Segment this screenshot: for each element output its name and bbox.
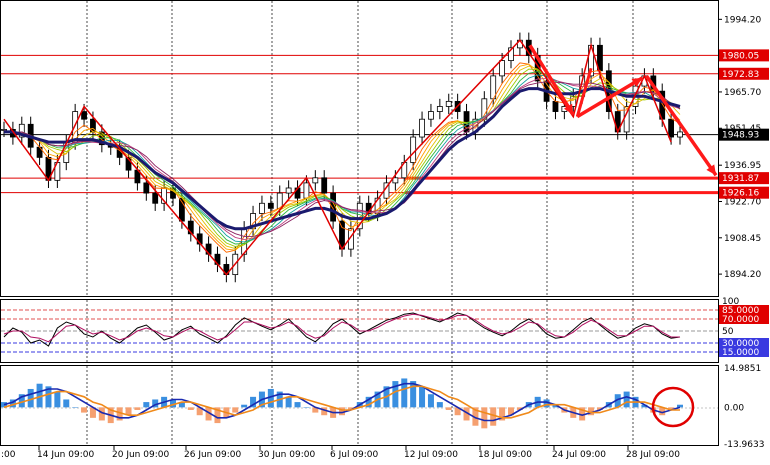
time-tick-label: 26 Jun 09:00 bbox=[184, 450, 241, 460]
macd-histogram-bar bbox=[427, 394, 434, 408]
time-tick-label: 28 Jul 09:00 bbox=[626, 450, 680, 460]
level-tag: 1931.87 bbox=[719, 172, 769, 185]
macd-histogram-bar bbox=[81, 407, 88, 413]
price-tick-label: 1908.45 bbox=[724, 234, 761, 244]
level-tag: 1980.05 bbox=[719, 49, 769, 62]
candle-body bbox=[152, 192, 159, 204]
price-panel[interactable] bbox=[0, 0, 719, 297]
time-axis: :00 14 Jun 09:00 20 Jun 09:00 26 Jun 09:00 3… bbox=[1, 446, 680, 460]
macd-histogram-bar bbox=[419, 386, 426, 408]
candle-body bbox=[445, 100, 452, 107]
level-tag: 1926.16 bbox=[719, 186, 769, 199]
level-tag: 1972.83 bbox=[719, 67, 769, 80]
candle-body bbox=[312, 177, 319, 184]
level-tag-text: 1972.83 bbox=[722, 70, 759, 80]
price-tick-label: 1894.20 bbox=[724, 270, 761, 280]
candle-body bbox=[436, 106, 443, 112]
macd-histogram-bar bbox=[445, 407, 452, 410]
price-tick-label: 1994.20 bbox=[724, 15, 761, 25]
candle-body bbox=[552, 100, 559, 112]
candle-body bbox=[419, 118, 425, 138]
macd-histogram-bar bbox=[241, 404, 248, 408]
level-tag-text: 1980.05 bbox=[722, 51, 759, 61]
candle-body bbox=[428, 111, 434, 120]
macd-histogram-bar bbox=[72, 407, 79, 408]
candle-body bbox=[330, 192, 337, 222]
macd-tick-label: 0.00 bbox=[724, 403, 744, 413]
macd-tick-label: 14.9851 bbox=[724, 364, 761, 374]
candle-body bbox=[499, 60, 506, 77]
candle-body bbox=[81, 111, 87, 120]
candle-body bbox=[259, 202, 265, 214]
level-tag-text: 1948.93 bbox=[722, 131, 759, 141]
macd-histogram-bar bbox=[54, 391, 61, 408]
price-tick-label: 1936.95 bbox=[724, 161, 761, 171]
candle-body bbox=[303, 182, 310, 199]
macd-histogram-bar bbox=[623, 391, 630, 408]
oscillator-tick-label: 50 bbox=[722, 327, 734, 337]
candle-body bbox=[267, 202, 274, 209]
level-tag-text: 1926.16 bbox=[722, 189, 759, 199]
macd-axis: 14.9851 0.00 -13.9633 bbox=[724, 364, 764, 450]
macd-histogram-bar bbox=[134, 407, 141, 410]
time-tick-label: 20 Jun 09:00 bbox=[112, 450, 169, 460]
level-tag: 1948.93 bbox=[719, 128, 769, 141]
macd-histogram-bar bbox=[187, 407, 194, 410]
macd-histogram-bar bbox=[285, 396, 292, 408]
time-tick-label: 24 Jul 09:00 bbox=[552, 450, 606, 460]
candle-body bbox=[668, 118, 675, 138]
macd-histogram-bar bbox=[481, 407, 488, 429]
candle-body bbox=[285, 187, 292, 194]
price-tick-label: 1922.70 bbox=[724, 197, 761, 207]
macd-histogram-bar bbox=[143, 402, 150, 408]
macd-histogram-bar bbox=[677, 404, 683, 408]
oscillator-tick-label: 70.0000 bbox=[722, 315, 759, 325]
level-tag-text: 1931.87 bbox=[722, 174, 759, 184]
oscillator-axis: 10085.000070.00005030.000015.0000 bbox=[719, 297, 769, 358]
macd-histogram-bar bbox=[436, 402, 443, 408]
macd-histogram-bar bbox=[303, 407, 310, 408]
candle-body bbox=[1, 128, 7, 131]
time-tick-label: 30 Jun 09:00 bbox=[258, 450, 315, 460]
macd-histogram-bar bbox=[294, 402, 301, 408]
time-tick-label: 14 Jun 09:00 bbox=[37, 450, 94, 460]
time-tick-label: 12 Jul 09:00 bbox=[404, 450, 458, 460]
macd-histogram-bar bbox=[401, 378, 408, 408]
time-tick-label: 18 Jul 09:00 bbox=[478, 450, 532, 460]
candle-body bbox=[410, 136, 417, 163]
candle-body bbox=[143, 182, 150, 194]
macd-histogram-bar bbox=[63, 399, 70, 408]
macd-tick-label: -13.9633 bbox=[724, 440, 764, 450]
candle-body bbox=[677, 131, 683, 138]
macd-histogram-bar bbox=[232, 407, 239, 413]
time-tick-label: :00 bbox=[1, 450, 16, 460]
oscillator-tick-label: 15.0000 bbox=[722, 348, 759, 358]
price-tick-label: 1965.70 bbox=[724, 88, 761, 98]
time-tick-label: 6 Jul 09:00 bbox=[330, 450, 379, 460]
candle-body bbox=[321, 177, 328, 194]
trading-chart[interactable]: 1994.201965.701951.451936.951922.701908.… bbox=[0, 0, 770, 465]
